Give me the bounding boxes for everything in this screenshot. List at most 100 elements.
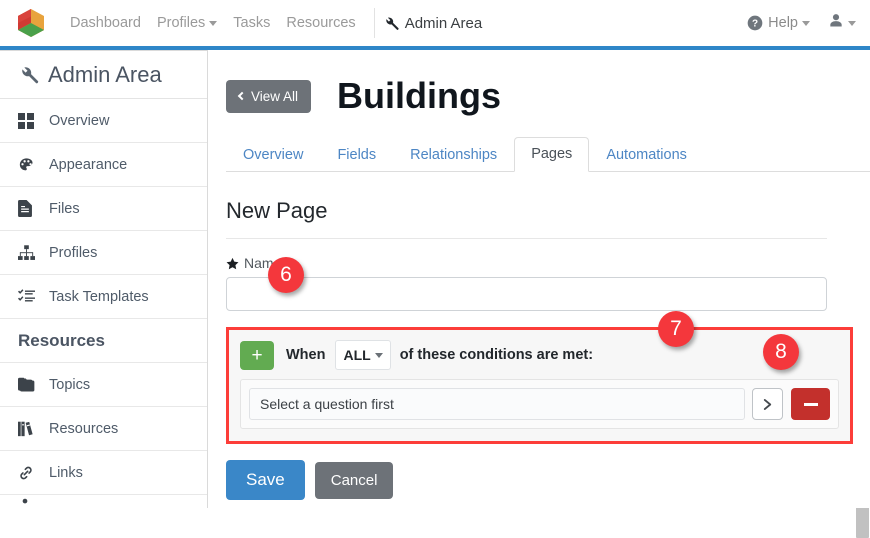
sidebar-item-appearance[interactable]: Appearance [0,143,207,187]
sidebar-item-profiles-label: Profiles [49,245,97,261]
top-navbar: Dashboard Profiles Tasks Resources Admin… [0,0,870,46]
nav-divider [374,8,375,38]
annotation-badge-7-number: 7 [670,317,682,341]
nav-admin-area-label: Admin Area [405,15,483,32]
tab-overview-label: Overview [243,147,303,163]
books-icon [18,420,40,437]
sidebar-header-label: Admin Area [48,62,162,88]
chevron-down-icon [375,353,383,358]
sidebar-item-overview[interactable]: Overview [0,99,207,143]
tab-relationships[interactable]: Relationships [393,138,514,172]
nav-link-tasks[interactable]: Tasks [225,15,278,31]
chevron-right-icon [762,398,773,411]
wrench-icon [383,15,400,32]
tab-relationships-label: Relationships [410,147,497,163]
cancel-button[interactable]: Cancel [315,462,394,499]
page-title: Buildings [337,78,501,114]
nav-link-profiles[interactable]: Profiles [149,15,225,31]
chevron-down-icon [802,21,810,26]
tab-automations[interactable]: Automations [589,138,704,172]
star-icon [226,257,239,270]
sidebar-item-links-label: Links [49,465,83,481]
page-header: View All Buildings [226,50,870,114]
partial-icon [18,497,32,508]
condition-row [240,379,839,429]
wrench-icon [18,64,40,86]
sidebar-item-task-templates[interactable]: Task Templates [0,275,207,319]
sidebar-item-resources-label: Resources [49,421,118,437]
sidebar-item-resources[interactable]: Resources [0,407,207,451]
sidebar-item-topics[interactable]: Topics [0,363,207,407]
sidebar-item-profiles[interactable]: Profiles [0,231,207,275]
chevron-down-icon [848,21,856,26]
annotation-badge-8: 8 [763,334,799,370]
nav-link-tasks-label: Tasks [233,15,270,31]
hexagon-cube-logo-icon [14,7,48,39]
checklist-icon [18,289,40,305]
file-icon [18,200,40,217]
sidebar-item-links[interactable]: Links [0,451,207,495]
annotation-badge-6: 6 [268,257,304,293]
conditions-header-row: + When ALL of these conditions are met: [240,340,839,370]
nav-admin-area[interactable]: Admin Area [383,15,483,32]
tab-overview[interactable]: Overview [226,138,320,172]
sidebar-header: Admin Area [0,51,207,99]
chevron-left-icon [238,92,246,100]
sidebar-item-partial[interactable] [0,495,207,508]
nav-link-resources-label: Resources [286,15,355,31]
match-mode-value: ALL [343,347,370,363]
question-circle-icon: ? [747,15,763,31]
chevron-down-icon [209,21,217,26]
minus-icon [804,403,818,406]
tab-fields-label: Fields [337,147,376,163]
palette-icon [18,157,40,173]
sidebar-item-topics-label: Topics [49,377,90,393]
remove-condition-button[interactable] [791,388,830,420]
conditions-suffix-label: of these conditions are met: [400,347,593,363]
add-condition-button[interactable]: + [240,341,274,370]
tab-fields[interactable]: Fields [320,138,393,172]
help-menu[interactable]: ? Help [747,15,810,31]
sidebar-item-files[interactable]: Files [0,187,207,231]
view-all-button[interactable]: View All [226,80,311,113]
grid-icon [18,113,40,129]
user-menu[interactable] [828,12,856,34]
tab-pages[interactable]: Pages [514,137,589,172]
tab-automations-label: Automations [606,147,687,163]
nav-links: Dashboard Profiles Tasks Resources [62,15,364,31]
when-label: When [286,347,325,363]
save-button[interactable]: Save [226,460,305,500]
sidebar-item-task-templates-label: Task Templates [49,289,149,305]
annotation-badge-7: 7 [658,311,694,347]
name-input[interactable] [226,277,827,311]
admin-sidebar: Admin Area Overview Appearance Files Pro… [0,50,208,508]
conditions-panel: + When ALL of these conditions are met: [226,327,853,444]
nav-link-resources[interactable]: Resources [278,15,363,31]
sidebar-section-resources: Resources [0,319,207,363]
plus-icon: + [251,346,262,365]
match-mode-dropdown[interactable]: ALL [335,340,390,370]
save-button-label: Save [246,470,285,489]
expand-condition-button[interactable] [752,388,783,420]
form-actions: Save Cancel [226,460,870,500]
link-icon [18,465,40,481]
sidebar-item-overview-label: Overview [49,113,109,129]
nav-link-dashboard-label: Dashboard [70,15,141,31]
view-all-button-label: View All [251,89,298,104]
name-field-label: Name [226,255,870,271]
question-select-input[interactable] [249,388,745,420]
svg-text:?: ? [752,19,758,30]
help-label: Help [768,15,798,31]
sidebar-section-resources-label: Resources [18,331,105,351]
tab-pages-label: Pages [531,146,572,162]
sidebar-item-files-label: Files [49,201,80,217]
user-icon [828,12,844,34]
section-title-new-page: New Page [226,198,870,224]
annotation-badge-8-number: 8 [775,340,787,364]
brand-logo[interactable] [14,7,48,39]
nav-link-dashboard[interactable]: Dashboard [62,15,149,31]
cancel-button-label: Cancel [331,472,378,489]
section-divider [226,238,827,239]
main-content: View All Buildings Overview Fields Relat… [226,50,870,508]
sitemap-icon [18,245,40,261]
